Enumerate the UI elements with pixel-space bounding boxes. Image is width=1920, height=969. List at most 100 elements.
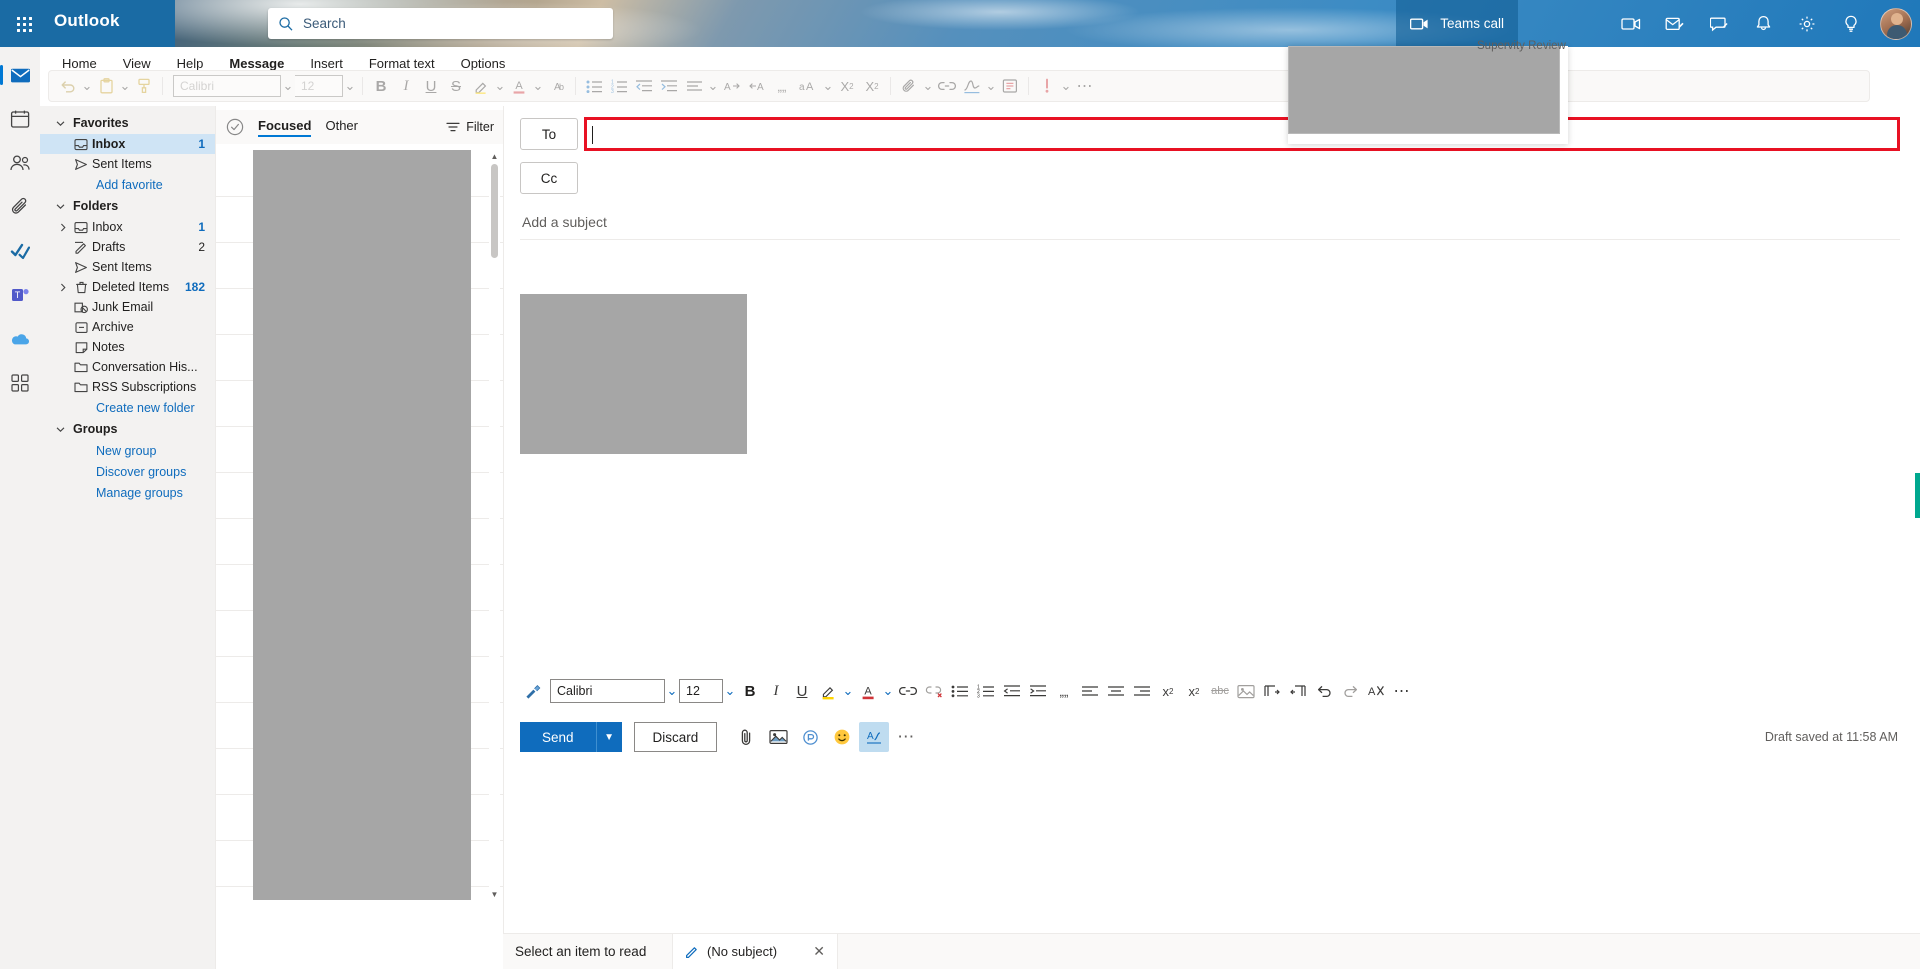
rail-item-people[interactable] — [0, 143, 40, 183]
draft-tab[interactable]: (No subject) ✕ — [673, 934, 838, 969]
font-color-icon[interactable]: A — [507, 73, 531, 99]
ribbon-font-size[interactable]: 12 — [295, 75, 343, 97]
numbered-list-icon[interactable]: 123 — [973, 677, 999, 705]
subject-input[interactable] — [520, 213, 1900, 230]
ribbon-font-name[interactable]: Calibri — [173, 75, 281, 97]
immersive-reader-icon[interactable] — [998, 73, 1022, 99]
paste-caret-icon[interactable]: ⌄ — [119, 73, 131, 99]
clear-formatting-icon[interactable]: A — [1363, 677, 1389, 705]
compose-font-name-caret-icon[interactable]: ⌄ — [665, 677, 679, 705]
mail-compose-icon[interactable] — [1654, 0, 1696, 47]
attach-caret-icon[interactable]: ⌄ — [922, 73, 934, 99]
tab-other[interactable]: Other — [325, 118, 358, 137]
decrease-indent-icon[interactable] — [999, 677, 1025, 705]
rail-item-apps[interactable] — [0, 363, 40, 403]
strikethrough-icon[interactable]: S — [444, 73, 468, 99]
rail-item-files[interactable] — [0, 187, 40, 227]
folder-drafts[interactable]: Drafts 2 — [40, 237, 215, 257]
ribbon-font-size-caret-icon[interactable]: ⌄ — [344, 73, 356, 99]
rail-item-teams[interactable]: T — [0, 275, 40, 315]
subject-row[interactable] — [520, 210, 1900, 240]
link-icon[interactable] — [895, 677, 921, 705]
attach-file-icon[interactable] — [897, 73, 921, 99]
increase-indent-icon[interactable] — [1025, 677, 1051, 705]
loop-component-icon[interactable] — [795, 722, 825, 752]
align-left-icon[interactable] — [1077, 677, 1103, 705]
tab-focused[interactable]: Focused — [258, 118, 312, 137]
bold-icon[interactable]: B — [369, 73, 393, 99]
side-accent-tab[interactable] — [1915, 473, 1920, 518]
to-input-highlight[interactable] — [584, 117, 1900, 151]
folder-inbox[interactable]: Inbox 1 — [40, 217, 215, 237]
undo-caret-icon[interactable]: ⌄ — [81, 73, 93, 99]
underline-icon[interactable]: U — [419, 73, 443, 99]
notifications-icon[interactable] — [1742, 0, 1784, 47]
folder-notes[interactable]: Notes — [40, 337, 215, 357]
numbered-list-icon[interactable]: 123 — [607, 73, 631, 99]
select-all-check-circle-icon[interactable] — [226, 118, 244, 136]
increase-indent-icon[interactable] — [657, 73, 681, 99]
folder-sent-items[interactable]: Sent Items — [40, 257, 215, 277]
align-icon[interactable] — [682, 73, 706, 99]
folder-archive[interactable]: Archive — [40, 317, 215, 337]
importance-icon[interactable] — [1035, 73, 1059, 99]
folder-group-favorites[interactable]: Favorites — [40, 112, 215, 134]
cc-input[interactable] — [584, 162, 1900, 194]
ltr-direction-icon[interactable] — [1259, 677, 1285, 705]
tips-lightbulb-icon[interactable] — [1830, 0, 1872, 47]
folder-favorites-sent-items[interactable]: Sent Items — [40, 154, 215, 174]
importance-caret-icon[interactable]: ⌄ — [1060, 73, 1072, 99]
compose-font-size-caret-icon[interactable]: ⌄ — [723, 677, 737, 705]
meet-now-icon[interactable] — [1610, 0, 1652, 47]
change-case-icon[interactable]: aA — [795, 73, 821, 99]
link-icon[interactable] — [935, 73, 959, 99]
format-painter-icon[interactable] — [132, 73, 156, 99]
cc-button[interactable]: Cc — [520, 162, 578, 194]
message-body-editor[interactable] — [520, 258, 1904, 643]
more-actions-icon[interactable]: ⋯ — [891, 722, 921, 752]
scroll-down-arrow-icon[interactable]: ▼ — [489, 888, 500, 900]
bulleted-list-icon[interactable] — [947, 677, 973, 705]
change-case-caret-icon[interactable]: ⌄ — [822, 73, 834, 99]
floating-panel-placeholder[interactable] — [1288, 46, 1560, 134]
folder-rss-subscriptions[interactable]: RSS Subscriptions — [40, 377, 215, 397]
quote-icon[interactable]: „„ — [1051, 677, 1077, 705]
folder-conversation-history[interactable]: Conversation His... — [40, 357, 215, 377]
message-list-body[interactable]: ▲ ▼ — [216, 146, 504, 969]
align-center-icon[interactable] — [1103, 677, 1129, 705]
close-icon[interactable]: ✕ — [813, 943, 825, 960]
undo-icon[interactable] — [1311, 677, 1337, 705]
remove-link-icon[interactable] — [921, 677, 947, 705]
signature-icon[interactable] — [960, 73, 984, 99]
compose-font-size[interactable]: 12 — [679, 679, 723, 703]
to-button[interactable]: To — [520, 118, 578, 150]
rail-item-mail[interactable] — [0, 55, 40, 95]
quote-icon[interactable]: „„ — [770, 73, 794, 99]
folder-deleted-items[interactable]: Deleted Items 182 — [40, 277, 215, 297]
italic-icon[interactable]: I — [394, 73, 418, 99]
font-color-caret-icon[interactable]: ⌄ — [532, 73, 544, 99]
rail-item-onedrive[interactable] — [0, 319, 40, 359]
scrollbar-thumb[interactable] — [491, 164, 498, 258]
rtl-direction-icon[interactable] — [1285, 677, 1311, 705]
message-list-content-placeholder[interactable] — [253, 150, 471, 900]
font-color-icon[interactable]: A — [855, 677, 881, 705]
more-options-icon[interactable]: ⋯ — [1073, 73, 1097, 99]
add-favorite-link[interactable]: Add favorite — [40, 174, 215, 195]
highlight-icon[interactable] — [815, 677, 841, 705]
to-input[interactable] — [587, 120, 1897, 148]
highlight-caret-icon[interactable]: ⌄ — [841, 677, 855, 705]
chevron-right-icon[interactable] — [56, 223, 70, 232]
rail-item-calendar[interactable] — [0, 99, 40, 139]
insert-image-icon[interactable] — [1233, 677, 1259, 705]
more-options-icon[interactable]: ⋯ — [1389, 677, 1415, 705]
discover-groups-link[interactable]: Discover groups — [40, 461, 215, 482]
new-group-link[interactable]: New group — [40, 440, 215, 461]
rail-item-to-do[interactable] — [0, 231, 40, 271]
send-options-caret-icon[interactable]: ▼ — [595, 722, 622, 752]
underline-icon[interactable]: U — [789, 677, 815, 705]
paste-icon[interactable] — [94, 73, 118, 99]
chevron-right-icon[interactable] — [56, 283, 70, 292]
bold-icon[interactable]: B — [737, 677, 763, 705]
signature-caret-icon[interactable]: ⌄ — [985, 73, 997, 99]
